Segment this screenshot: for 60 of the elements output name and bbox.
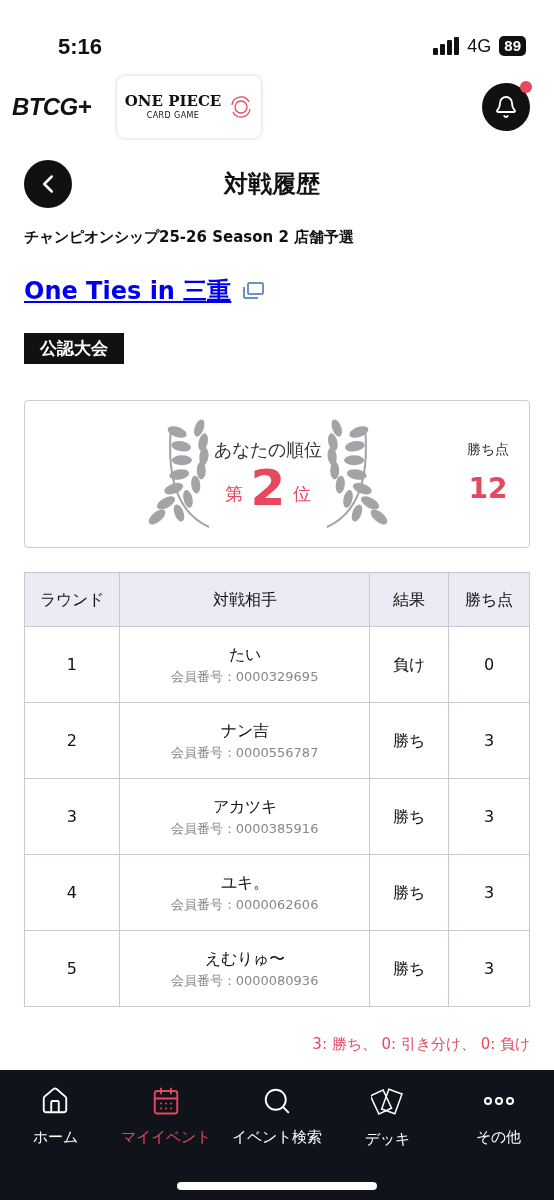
app-logo: BTCG+ <box>12 92 91 122</box>
nav-tab[interactable]: マイイベント <box>112 1086 221 1151</box>
member-number: 会員番号：0000385916 <box>170 819 319 838</box>
battery-level: 89 <box>499 36 526 56</box>
nav-tab[interactable]: イベント検索 <box>223 1086 331 1151</box>
points-value: 12 <box>468 470 508 507</box>
round-cell: 1 <box>24 626 120 703</box>
points-cell: 3 <box>448 702 530 779</box>
nav-tab[interactable]: ホーム <box>1 1086 110 1151</box>
nav-tab[interactable]: その他 <box>444 1086 553 1151</box>
column-header: 対戦相手 <box>119 572 370 627</box>
search-icon <box>262 1086 292 1116</box>
nav-tab[interactable]: デッキ <box>333 1086 442 1151</box>
refresh-icon <box>229 95 254 119</box>
round-cell: 5 <box>24 930 120 1007</box>
opponent-name: えむりゅ〜 <box>204 947 285 970</box>
game-logo-title: ONE PIECE <box>124 94 222 109</box>
member-number: 会員番号：0000080936 <box>170 971 319 990</box>
points-label: 勝ち点 <box>467 439 509 459</box>
column-header: 勝ち点 <box>448 572 530 627</box>
round-cell: 4 <box>24 854 120 931</box>
result-cell: 勝ち <box>369 930 449 1007</box>
rank-label: あなたの順位 <box>214 437 322 462</box>
round-cell: 3 <box>24 778 120 855</box>
back-button[interactable] <box>24 160 72 208</box>
network-label: 4G <box>467 34 492 58</box>
result-cell: 勝ち <box>369 778 449 855</box>
opponent-name: アカツキ <box>212 795 277 818</box>
external-link-icon <box>241 280 266 301</box>
points-legend: 3: 勝ち、 0: 引き分け、 0: 負け <box>312 1033 530 1056</box>
opponent-name: たい <box>228 643 261 666</box>
column-header: 結果 <box>369 572 449 627</box>
notification-button[interactable] <box>482 83 530 131</box>
rank-suffix: 位 <box>293 481 312 506</box>
rank-prefix: 第 <box>224 481 243 506</box>
event-series: チャンピオンシップ25-26 Season 2 店舗予選 <box>24 227 356 248</box>
opponent-name: ユキ。 <box>220 871 269 894</box>
cards-icon <box>370 1086 405 1118</box>
bell-icon <box>494 95 518 119</box>
points-cell: 3 <box>448 854 530 931</box>
signal-icon <box>433 37 460 55</box>
result-cell: 負け <box>369 626 449 703</box>
round-cell: 2 <box>24 702 120 779</box>
result-cell: 勝ち <box>369 854 449 931</box>
points-cell: 0 <box>448 626 530 703</box>
more-icon <box>483 1096 514 1106</box>
opponent-name: ナン吉 <box>220 719 269 742</box>
member-number: 会員番号：0000329695 <box>170 667 319 686</box>
event-link[interactable]: One Ties in 三重 <box>24 272 232 309</box>
points-cell: 3 <box>448 930 530 1007</box>
member-number: 会員番号：0000556787 <box>170 743 319 762</box>
member-number: 会員番号：0000062606 <box>170 895 319 914</box>
column-header: ラウンド <box>24 572 120 627</box>
status-time: 5:16 <box>58 32 103 61</box>
points-cell: 3 <box>448 778 530 855</box>
page-title: 対戦履歴 <box>224 169 320 200</box>
rank-value: 2 <box>250 462 286 513</box>
game-logo-subtitle: CARD GAME <box>146 112 200 120</box>
official-badge: 公認大会 <box>24 332 124 364</box>
result-cell: 勝ち <box>369 702 449 779</box>
